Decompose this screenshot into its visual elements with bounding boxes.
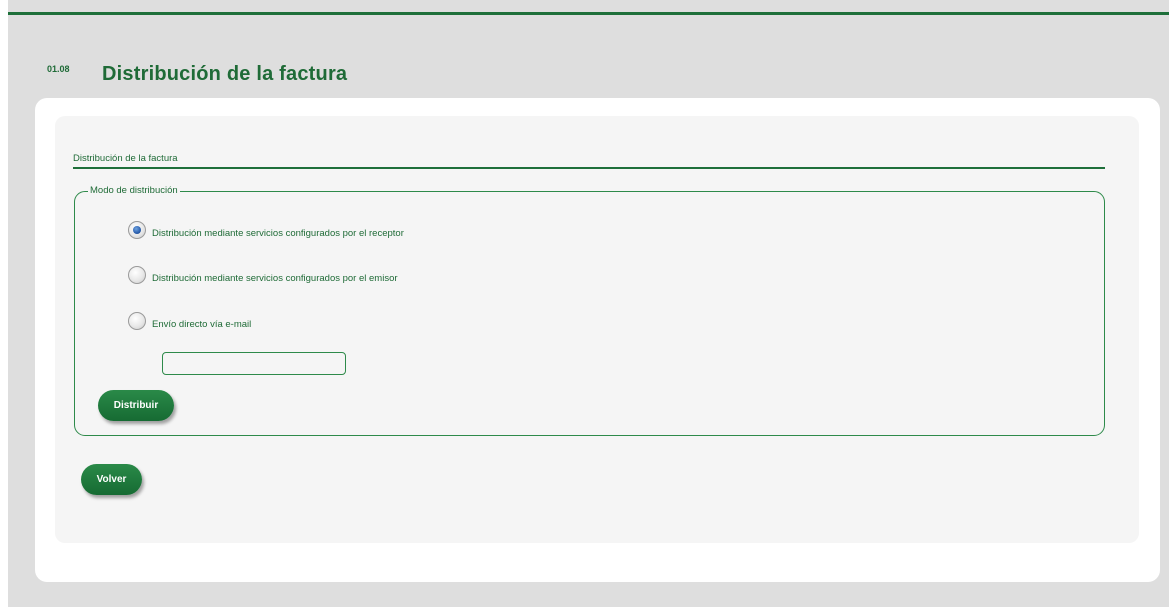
option-receptor-row[interactable]: Distribución mediante servicios configur… — [128, 221, 404, 239]
option-email-label[interactable]: Envío directo vía e-mail — [152, 319, 251, 330]
option-emisor-row[interactable]: Distribución mediante servicios configur… — [128, 266, 398, 284]
email-field[interactable] — [162, 352, 346, 375]
radio-emisor[interactable] — [128, 266, 146, 284]
viewport: 01.08 Distribución de la factura Distrib… — [0, 0, 1169, 607]
page-title: Distribución de la factura — [102, 63, 348, 85]
radio-email[interactable] — [128, 312, 146, 330]
option-emisor-label[interactable]: Distribución mediante servicios configur… — [152, 273, 398, 284]
option-receptor-label[interactable]: Distribución mediante servicios configur… — [152, 228, 404, 239]
subsection-divider — [73, 167, 1105, 169]
section-number: 01.08 — [47, 64, 70, 74]
subsection-title: Distribución de la factura — [73, 153, 178, 164]
top-divider — [8, 12, 1169, 15]
back-button[interactable]: Volver — [81, 464, 142, 495]
distribute-button[interactable]: Distribuir — [98, 390, 174, 421]
option-email-row[interactable]: Envío directo vía e-mail — [128, 312, 251, 330]
radio-receptor[interactable] — [128, 221, 146, 239]
fieldset-legend: Modo de distribución — [88, 185, 180, 196]
